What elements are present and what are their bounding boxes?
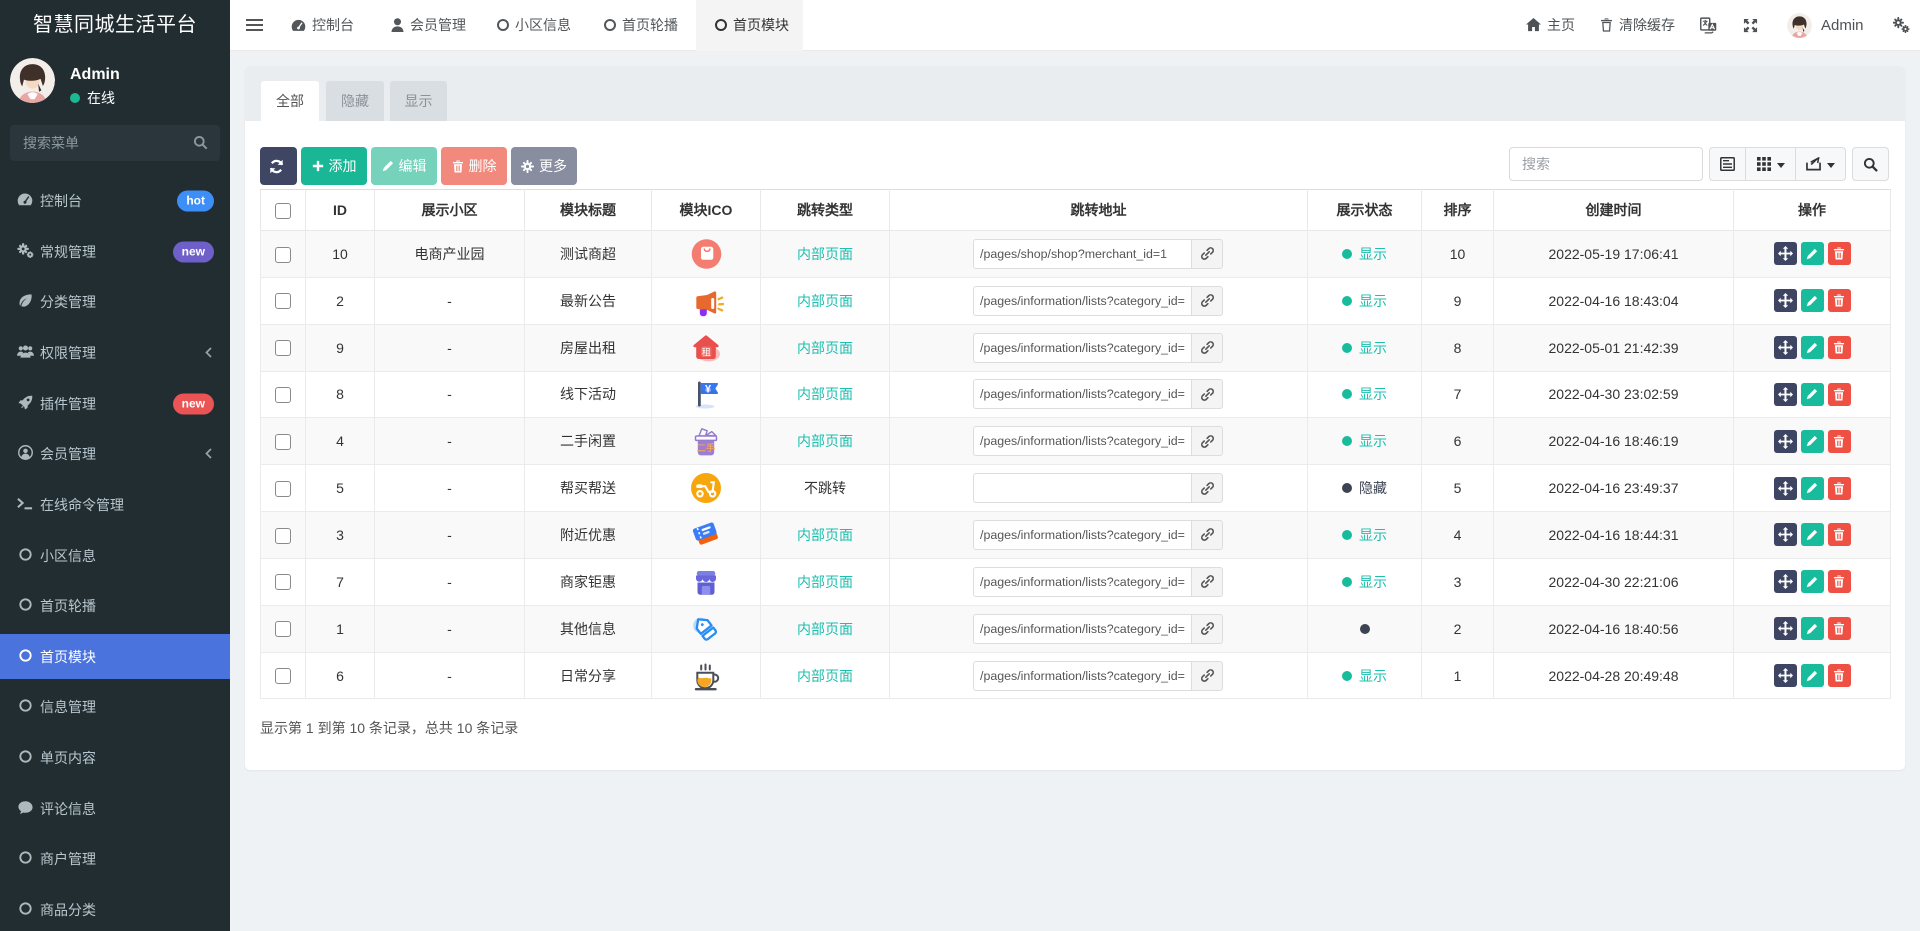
svg-text:¥: ¥ bbox=[705, 384, 712, 396]
svg-text:二手: 二手 bbox=[697, 442, 715, 453]
svg-text:租: 租 bbox=[702, 347, 711, 357]
